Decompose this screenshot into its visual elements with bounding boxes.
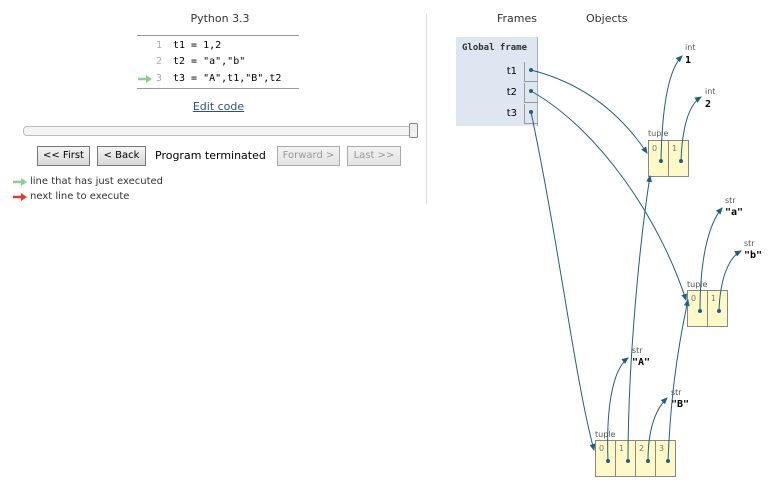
pointer-dot (666, 459, 670, 463)
arrow-t2-0 (699, 207, 723, 312)
arrow-t1 (530, 69, 648, 154)
arrow-t2-1 (718, 250, 742, 312)
arrow-t1-0 (660, 55, 683, 162)
arrow-t3-0 (607, 357, 629, 462)
arrow-t3-1 (627, 175, 653, 462)
pointer-dot (529, 110, 533, 114)
pointer-arrows (529, 55, 742, 463)
pointer-dot (529, 68, 533, 72)
pointer-dot (717, 309, 721, 313)
pointer-dot (529, 89, 533, 93)
pointer-dot (646, 459, 650, 463)
arrow-t3-3 (667, 299, 690, 462)
pointer-dot (698, 309, 702, 313)
pointer-dot (606, 459, 610, 463)
pointer-dot (626, 459, 630, 463)
arrow-t3-2 (647, 397, 668, 462)
arrow-t1-1 (680, 96, 702, 162)
pointer-dot (659, 159, 663, 163)
arrow-t3 (530, 111, 596, 451)
pointer-dot (679, 159, 683, 163)
